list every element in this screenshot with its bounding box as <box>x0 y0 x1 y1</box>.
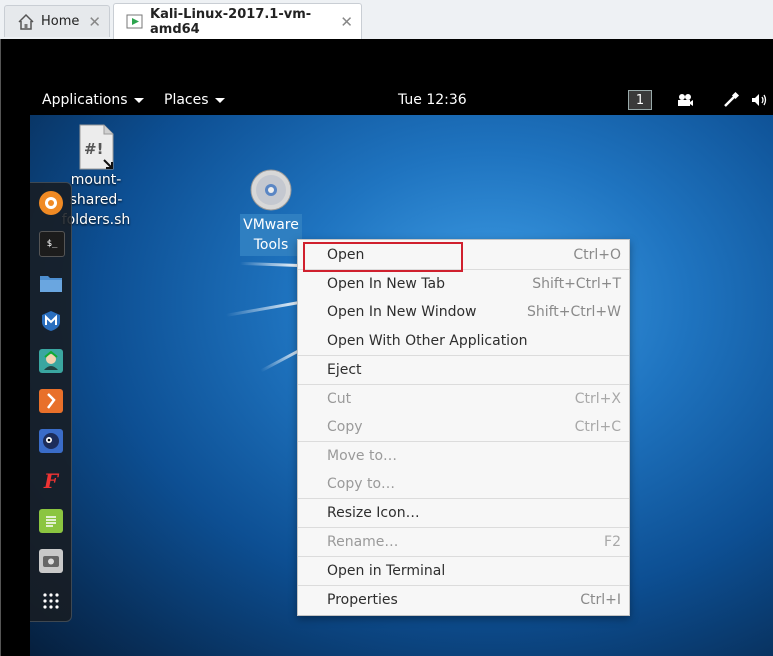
tab-home-label: Home <box>41 14 80 29</box>
menu-item-label: Rename… <box>327 534 399 550</box>
menu-item-shortcut: Shift+Ctrl+W <box>526 304 621 320</box>
chevron-down-icon <box>133 97 144 103</box>
menu-item-shortcut: Ctrl+C <box>574 419 621 435</box>
menu-item-eject[interactable]: Eject <box>298 356 629 384</box>
dash-dock: $_ F <box>30 182 72 622</box>
tab-kali-close-icon[interactable]: ✕ <box>340 13 353 31</box>
vmware-label-line1: VMware <box>243 217 299 233</box>
menu-item-label: Cut <box>327 391 352 407</box>
screenshot-icon[interactable] <box>39 549 63 573</box>
menu-item-open-in-terminal[interactable]: Open in Terminal <box>298 557 629 585</box>
files-icon[interactable] <box>39 271 63 295</box>
menu-item-label: Eject <box>327 362 362 378</box>
menu-item-label: Open With Other Application <box>327 333 528 349</box>
vmware-label-box: VMware Tools <box>240 214 302 256</box>
app-grid-icon[interactable] <box>39 589 63 613</box>
menu-item-label: Copy to… <box>327 476 396 492</box>
faraday-icon[interactable]: F <box>39 469 63 493</box>
workspace-indicator[interactable]: 1 <box>628 90 652 110</box>
chevron-down-icon <box>214 97 225 103</box>
script-badge: #! <box>84 140 104 158</box>
menu-item-copy[interactable]: Copy Ctrl+C <box>298 413 629 441</box>
menu-item-shortcut: F2 <box>604 534 621 550</box>
menu-item-shortcut: Ctrl+O <box>573 247 621 263</box>
vmware-label-line2: Tools <box>253 237 289 253</box>
tab-home-close-icon[interactable]: ✕ <box>88 13 101 31</box>
volume-icon[interactable] <box>750 91 770 113</box>
menu-item-rename[interactable]: Rename… F2 <box>298 528 629 556</box>
clock[interactable]: Tue 12:36 <box>398 92 467 108</box>
network-wired-icon[interactable] <box>722 91 740 113</box>
places-menu[interactable]: Places <box>164 92 225 108</box>
menu-item-shortcut: Shift+Ctrl+T <box>532 276 621 292</box>
menu-item-label: Move to… <box>327 448 398 464</box>
menu-item-open-in-new-tab[interactable]: Open In New Tab Shift+Ctrl+T <box>298 270 629 298</box>
video-camera-icon[interactable] <box>676 91 694 113</box>
tab-kali-vm[interactable]: Kali-Linux-2017.1-vm-amd64 ✕ <box>113 3 362 39</box>
applications-menu[interactable]: Applications <box>42 92 144 108</box>
metasploit-icon[interactable] <box>39 309 63 333</box>
menu-item-label: Open in Terminal <box>327 563 446 579</box>
menu-item-label: Resize Icon… <box>327 505 420 521</box>
leafpad-icon[interactable] <box>39 509 63 533</box>
tab-kali-label: Kali-Linux-2017.1-vm-amd64 <box>150 6 312 37</box>
cd-disc-icon <box>249 168 293 212</box>
vm-icon <box>126 13 144 31</box>
vmware-tab-bar: Home ✕ Kali-Linux-2017.1-vm-amd64 ✕ <box>0 0 773 39</box>
annotation-highlight-box <box>303 242 463 272</box>
menu-item-cut[interactable]: Cut Ctrl+X <box>298 385 629 413</box>
menu-item-resize-icon[interactable]: Resize Icon… <box>298 499 629 527</box>
menu-item-copy-to[interactable]: Copy to… <box>298 470 629 498</box>
burpsuite-icon[interactable] <box>39 389 63 413</box>
menu-item-label: Open In New Tab <box>327 276 445 292</box>
armitage-icon[interactable] <box>39 349 63 373</box>
places-label: Places <box>164 92 209 108</box>
menu-item-open-in-new-window[interactable]: Open In New Window Shift+Ctrl+W <box>298 298 629 326</box>
firefox-icon[interactable] <box>39 191 63 215</box>
menu-item-move-to[interactable]: Move to… <box>298 442 629 470</box>
menu-item-properties[interactable]: Properties Ctrl+I <box>298 586 629 614</box>
terminal-icon[interactable]: $_ <box>39 231 65 257</box>
beef-icon[interactable] <box>39 429 63 453</box>
menu-item-shortcut: Ctrl+I <box>580 592 621 608</box>
menu-item-open-with-other-application[interactable]: Open With Other Application <box>298 327 629 355</box>
applications-label: Applications <box>42 92 128 108</box>
gnome-top-panel: Applications Places Tue 12:36 1 <box>30 86 773 115</box>
wallpaper-streak <box>225 300 306 317</box>
desktop-icon-vmware-tools[interactable]: VMware Tools <box>240 168 302 256</box>
home-icon <box>17 13 35 31</box>
menu-item-shortcut: Ctrl+X <box>574 391 621 407</box>
menu-item-label: Copy <box>327 419 363 435</box>
menu-item-label: Open In New Window <box>327 304 477 320</box>
wallpaper-streak <box>239 261 301 267</box>
shell-script-icon: #! <box>78 124 114 170</box>
tab-home[interactable]: Home ✕ <box>4 5 110 37</box>
context-menu: Open Ctrl+O Open In New Tab Shift+Ctrl+T… <box>297 239 630 616</box>
menu-item-label: Properties <box>327 592 398 608</box>
